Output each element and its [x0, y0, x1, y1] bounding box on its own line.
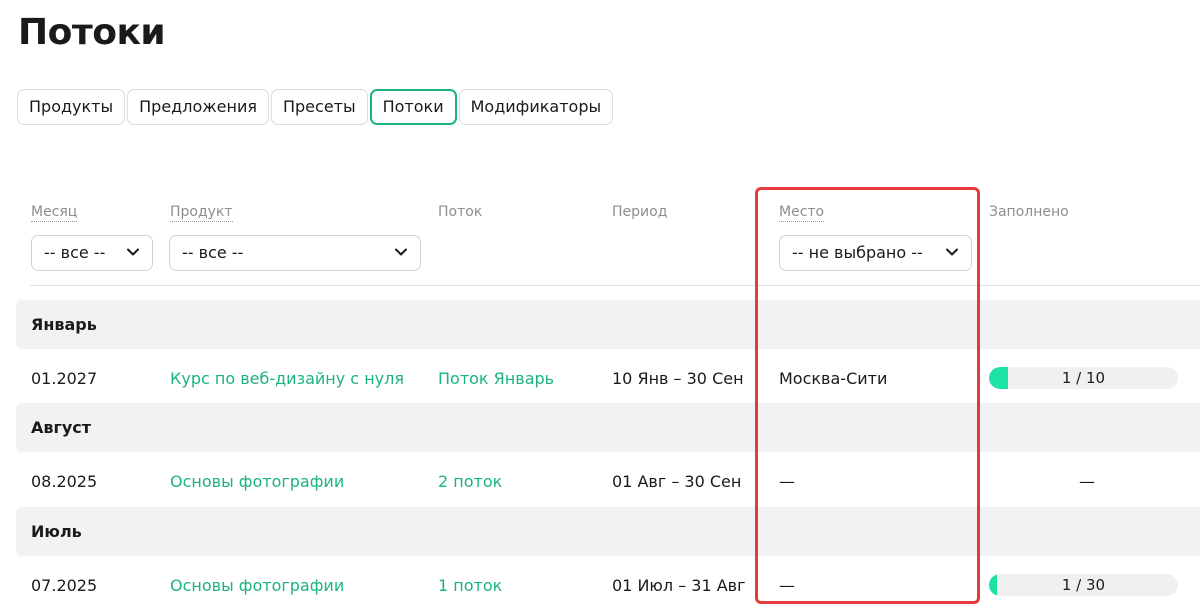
column-header-product[interactable]: Продукт — [170, 204, 233, 222]
column-header-period: Период — [612, 204, 668, 220]
row-stream-link[interactable]: Поток Январь — [438, 369, 554, 388]
column-header-filled: Заполнено — [989, 204, 1069, 220]
header-divider — [30, 285, 1200, 286]
month-filter-value: -- все -- — [44, 243, 106, 262]
row-period: 01 Июл – 31 Авг — [612, 576, 746, 595]
progress-text: 1 / 10 — [1061, 369, 1106, 387]
column-header-month[interactable]: Месяц — [31, 204, 78, 222]
row-month: 01.2027 — [31, 369, 98, 388]
row-filled-empty: — — [1079, 472, 1095, 491]
tab-products[interactable]: Продукты — [17, 89, 126, 125]
chevron-down-icon — [395, 248, 407, 256]
group-header-january: Январь — [16, 300, 1200, 349]
place-filter-select[interactable]: -- не выбрано -- — [779, 235, 972, 271]
row-product-link[interactable]: Курс по веб-дизайну с нуля — [170, 369, 404, 388]
product-filter-value: -- все -- — [182, 243, 244, 262]
row-place: — — [779, 576, 795, 595]
month-filter-select[interactable]: -- все -- — [31, 235, 153, 271]
group-label: Январь — [31, 315, 97, 334]
place-filter-value: -- не выбрано -- — [792, 243, 923, 262]
tab-bar: Продукты Предложения Пресеты Потоки Моди… — [17, 89, 614, 125]
tab-modifiers[interactable]: Модификаторы — [458, 89, 614, 125]
row-place: — — [779, 472, 795, 491]
row-month: 08.2025 — [31, 472, 98, 491]
column-header-stream: Поток — [438, 204, 483, 220]
row-product-link[interactable]: Основы фотографии — [170, 472, 344, 491]
row-stream-link[interactable]: 1 поток — [438, 576, 502, 595]
filled-progress-bar: 1 / 10 — [989, 367, 1178, 389]
row-period: 10 Янв – 30 Сен — [612, 369, 744, 388]
chevron-down-icon — [946, 248, 958, 256]
row-product-link[interactable]: Основы фотографии — [170, 576, 344, 595]
row-period: 01 Авг – 30 Сен — [612, 472, 742, 491]
product-filter-select[interactable]: -- все -- — [169, 235, 421, 271]
chevron-down-icon — [127, 248, 139, 256]
group-header-august: Август — [16, 403, 1200, 452]
row-month: 07.2025 — [31, 576, 98, 595]
progress-text: 1 / 30 — [1061, 576, 1106, 594]
row-stream-link[interactable]: 2 поток — [438, 472, 502, 491]
tab-presets[interactable]: Пресеты — [270, 89, 368, 125]
page-title: Потоки — [18, 12, 166, 53]
group-header-july: Июль — [16, 507, 1200, 556]
tab-offers[interactable]: Предложения — [127, 89, 269, 125]
row-place: Москва-Сити — [779, 369, 888, 388]
group-label: Август — [31, 418, 92, 437]
column-header-place[interactable]: Место — [779, 204, 825, 222]
group-label: Июль — [31, 522, 82, 541]
filled-progress-bar: 1 / 30 — [989, 574, 1178, 596]
tab-streams[interactable]: Потоки — [369, 89, 457, 125]
